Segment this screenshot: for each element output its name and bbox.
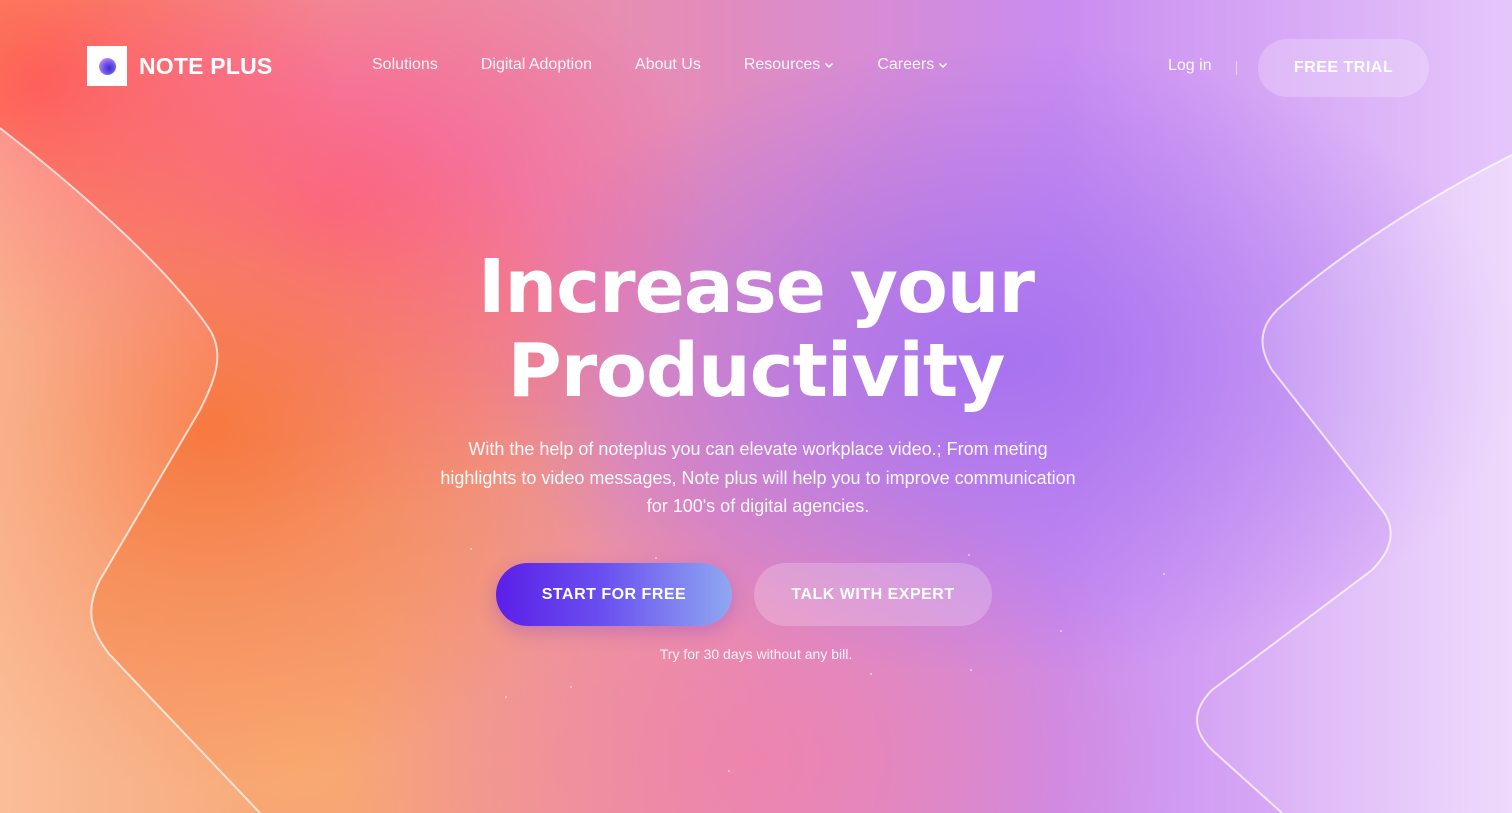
nav-link-digital-adoption[interactable]: Digital Adoption [481,56,592,74]
nav-link-solutions[interactable]: Solutions [372,56,438,74]
sparkle [470,548,472,550]
nav-link-resources[interactable]: Resources [744,56,834,74]
talk-with-expert-button[interactable]: TALK WITH EXPERT [754,563,992,626]
hero-title-line-1: Increase your [478,244,1035,330]
hero-title: Increase your Productivity [0,245,1512,413]
sparkle [870,673,872,675]
hero-description: With the help of noteplus you can elevat… [440,439,1076,516]
chevron-down-icon [939,62,948,69]
nav-links: Solutions Digital Adoption About Us Reso… [372,56,948,74]
hero-title-line-2: Productivity [507,328,1005,414]
nav-link-careers[interactable]: Careers [877,56,948,74]
brand[interactable]: NOTE PLUS [87,46,272,86]
sparkle [728,770,730,772]
nav-link-label: Resources [743,56,821,73]
sparkle [505,696,507,698]
free-trial-button[interactable]: FREE TRIAL [1258,39,1429,97]
chevron-down-icon [825,62,834,69]
sparkle [970,669,972,671]
nav-divider [1236,61,1237,75]
nav-link-label: About Us [635,56,701,73]
sparkle [968,554,970,556]
nav-link-about-us[interactable]: About Us [635,56,701,74]
brand-name: NOTE PLUS [139,52,273,79]
top-navigation: NOTE PLUS Solutions Digital Adoption Abo… [0,0,1512,130]
login-link[interactable]: Log in [1168,57,1212,75]
sparkle [570,686,572,688]
nav-link-label: Solutions [372,56,438,73]
sparkle [1163,573,1165,575]
nav-link-label: Digital Adoption [480,56,593,73]
sparkle [655,557,657,559]
hero-cta-row: START FOR FREE TALK WITH EXPERT [496,563,992,626]
note-plus-logo-icon [87,46,127,86]
nav-link-label: Careers [877,56,935,73]
landing-page: NOTE PLUS Solutions Digital Adoption Abo… [0,0,1512,813]
sparkle [1060,630,1062,632]
trial-note: Try for 30 days without any bill. [659,646,853,662]
start-for-free-button[interactable]: START FOR FREE [496,563,732,626]
